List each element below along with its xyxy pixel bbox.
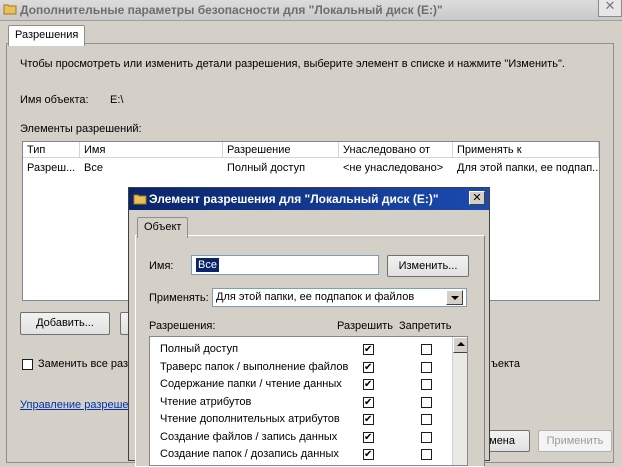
deny-column-header: Запретить [399,320,452,332]
permission-label: Траверс папок / выполнение файлов [160,360,349,373]
replace-checkbox-label: Заменить все разр [38,358,135,370]
replace-checkbox-label-end: ъекта [491,358,520,370]
dialog-close-button[interactable]: ✕ [469,191,485,205]
close-icon: ✕ [604,0,616,13]
permission-label: Содержание папки / чтение данных [160,378,342,390]
deny-checkbox[interactable] [421,379,432,390]
permissions-scrollbar[interactable] [452,337,467,465]
apply-to-value: Для этой папки, ее подпапок и файлов [216,291,415,303]
dialog-title-bar[interactable]: Элемент разрешения для "Локальный диск (… [129,188,489,210]
add-button[interactable]: Добавить... [20,312,110,335]
replace-child-permissions-checkbox[interactable] [22,359,33,370]
column-header-permission[interactable]: Разрешение [223,142,339,158]
permission-label: Чтение дополнительных атрибутов [160,413,340,425]
object-name-label: Имя объекта: [20,94,89,106]
column-header-inherited[interactable]: Унаследовано от [339,142,453,158]
allow-checkbox[interactable] [363,361,374,373]
row-type: Разреш... [27,162,76,174]
apply-button[interactable]: Применить [538,430,612,452]
scroll-up-icon[interactable] [453,337,467,353]
deny-checkbox[interactable] [421,431,432,443]
list-item[interactable]: Содержание папки / чтение данных [150,376,450,394]
allow-checkbox[interactable] [363,396,374,408]
folder-icon [3,4,17,15]
close-icon: ✕ [472,192,482,204]
row-apply-to: Для этой папки, ее подпап... [457,162,599,174]
column-header-name[interactable]: Имя [80,142,223,158]
deny-checkbox[interactable] [421,361,432,373]
permission-label: Создание файлов / запись данных [160,430,338,443]
row-name: Все [84,162,103,174]
permission-label: Создание папок / дозапись данных [160,448,339,460]
list-item[interactable]: Создание файлов / запись данных [150,429,450,447]
name-field[interactable]: Все [191,255,379,275]
permissions-list[interactable]: Полный доступ Траверс папок / выполнение… [149,336,468,466]
manage-permissions-link[interactable]: Управление разреше [20,399,129,411]
main-close-button[interactable]: ✕ [598,0,622,17]
apply-label: Применять: [149,292,209,304]
list-item[interactable]: Создание папок / дозапись данных [150,446,450,464]
allow-checkbox[interactable] [363,414,374,425]
object-name-value: E:\ [110,94,124,106]
name-value: Все [196,258,219,272]
tab-permissions[interactable]: Разрешения [8,25,86,46]
name-label: Имя: [149,260,174,272]
allow-checkbox[interactable] [363,344,374,355]
table-row[interactable]: Разреш... Все Полный доступ <не унаследо… [23,159,599,177]
list-item[interactable]: Полный доступ [150,341,450,359]
deny-checkbox[interactable] [421,396,432,408]
list-item[interactable]: Чтение атрибутов [150,394,450,412]
deny-checkbox[interactable] [421,344,432,355]
permission-label: Полный доступ [160,343,239,355]
allow-checkbox[interactable] [363,379,374,390]
permissions-label: Разрешения: [149,320,216,332]
allow-column-header: Разрешить [337,320,393,332]
list-item[interactable]: Чтение дополнительных атрибутов [150,411,450,429]
permission-entry-dialog: Элемент разрешения для "Локальный диск (… [128,187,490,467]
apply-to-select[interactable]: Для этой папки, ее подпапок и файлов [212,288,467,307]
main-window-title: Дополнительные параметры безопасности дл… [20,3,443,17]
row-inherited: <не унаследовано> [343,162,444,174]
perm-entries-label: Элементы разрешений: [20,123,142,135]
dialog-title: Элемент разрешения для "Локальный диск (… [149,192,439,206]
row-permission: Полный доступ [227,162,306,174]
column-header-apply-to[interactable]: Применять к [453,142,599,158]
deny-checkbox[interactable] [421,449,432,460]
main-title-bar[interactable]: Дополнительные параметры безопасности дл… [0,0,622,21]
allow-checkbox[interactable] [363,431,374,443]
permission-label: Чтение атрибутов [160,395,252,408]
instruction-text: Чтобы просмотреть или изменить детали ра… [20,58,565,70]
list-item[interactable]: Траверс папок / выполнение файлов [150,359,450,377]
allow-checkbox[interactable] [363,449,374,460]
deny-checkbox[interactable] [421,414,432,425]
chevron-down-icon[interactable] [446,290,463,305]
folder-icon [133,194,147,205]
tab-object[interactable]: Объект [137,217,189,238]
change-button[interactable]: Изменить... [387,255,469,277]
column-header-type[interactable]: Тип [23,142,80,158]
